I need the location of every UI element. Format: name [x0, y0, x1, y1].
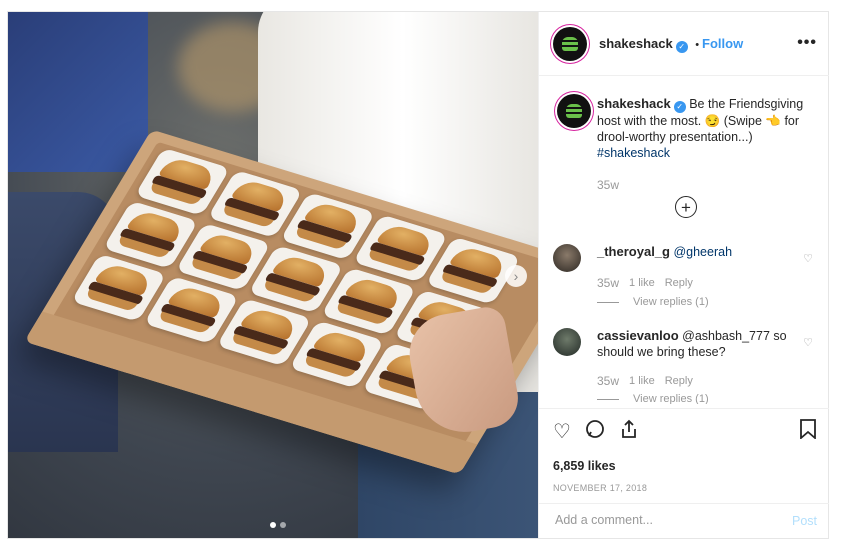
carousel-dots: [270, 522, 286, 528]
comment-likes[interactable]: 1 like: [629, 375, 655, 387]
comment-text[interactable]: @gheerah: [673, 245, 732, 259]
verified-icon: ✓: [673, 101, 686, 113]
caption-avatar[interactable]: [557, 94, 591, 128]
reply-button[interactable]: Reply: [665, 277, 693, 289]
post-header: shakeshack ✓ • Follow •••: [539, 12, 829, 76]
reply-button[interactable]: Reply: [665, 375, 693, 387]
follow-button[interactable]: Follow: [702, 36, 743, 51]
comment-meta: 35w 1 like Reply: [597, 276, 693, 290]
heart-icon[interactable]: ♡: [553, 419, 571, 445]
avatar[interactable]: [553, 26, 587, 61]
view-replies[interactable]: View replies (1): [597, 394, 709, 404]
replies-line: [597, 398, 619, 400]
header-user: shakeshack ✓ • Follow: [599, 35, 743, 53]
post-button[interactable]: Post: [792, 514, 817, 528]
view-replies[interactable]: View replies (1): [597, 296, 709, 308]
add-comment-row: Post: [539, 503, 829, 540]
post-photo[interactable]: ›: [8, 12, 538, 538]
comment-username[interactable]: cassievanloo: [597, 328, 679, 343]
header-username[interactable]: shakeshack: [599, 36, 673, 51]
comment-time: 35w: [597, 276, 620, 290]
comment-body: _theroyal_g @gheerah: [597, 244, 787, 260]
view-replies-label[interactable]: View replies (1): [633, 296, 709, 308]
replies-line: [597, 301, 619, 303]
view-replies-label[interactable]: View replies (1): [633, 394, 709, 404]
background-person-sleeve: [8, 12, 148, 172]
caption-time: 35w: [597, 178, 620, 192]
comment-body: cassievanloo @ashbash_777 so should we b…: [597, 328, 787, 360]
caption-body: shakeshack ✓ Be the Friendsgiving host wi…: [597, 96, 812, 193]
comment-username[interactable]: _theroyal_g: [597, 244, 670, 259]
comment-avatar[interactable]: [553, 244, 581, 272]
next-arrow-icon[interactable]: ›: [505, 265, 527, 287]
plus-circle-icon[interactable]: +: [675, 196, 697, 218]
carousel-dot-active: [270, 522, 276, 528]
post-sidebar: shakeshack ✓ • Follow ••• shakeshack ✓ Be t…: [538, 12, 829, 538]
instagram-post: › shakeshack ✓ • Follow ••• shakeshack ✓ Be…: [7, 11, 829, 539]
comment-heart-icon[interactable]: ♡: [803, 252, 813, 265]
add-comment-input[interactable]: [553, 512, 777, 528]
comment-likes[interactable]: 1 like: [629, 277, 655, 289]
share-icon[interactable]: [619, 419, 639, 445]
likes-count[interactable]: 6,859 likes: [553, 459, 616, 473]
separator: •: [695, 38, 700, 51]
post-date: NOVEMBER 17, 2018: [553, 483, 648, 493]
post-actions: ♡ 6,859 likes NOVEMBER 17, 2018 Post: [539, 408, 829, 539]
more-options-button[interactable]: •••: [797, 34, 817, 52]
comment-time: 35w: [597, 374, 620, 388]
comment-heart-icon[interactable]: ♡: [803, 336, 813, 349]
comment-icon[interactable]: [585, 419, 605, 445]
comment-meta: 35w 1 like Reply: [597, 374, 693, 388]
caption-username[interactable]: shakeshack: [597, 96, 671, 111]
action-icons: ♡: [553, 419, 639, 445]
verified-icon: ✓: [675, 40, 688, 53]
comment-avatar[interactable]: [553, 328, 581, 356]
hashtag-link[interactable]: #shakeshack: [597, 146, 670, 160]
carousel-dot: [280, 522, 286, 528]
bookmark-icon[interactable]: [799, 419, 817, 445]
